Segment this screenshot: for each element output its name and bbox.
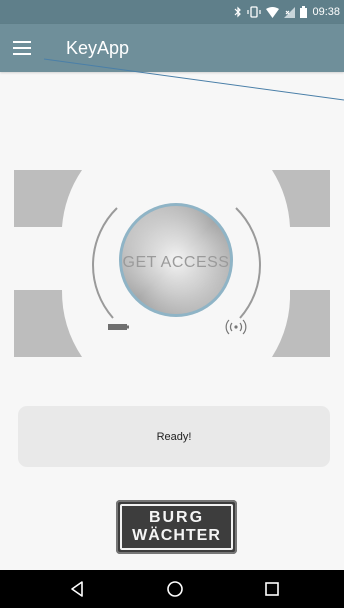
panel-top-left (14, 170, 82, 227)
get-access-button[interactable] (121, 205, 231, 315)
bluetooth-icon (235, 6, 242, 18)
status-bar: 09:38 (0, 0, 344, 24)
logo-line2: WÄCHTER (132, 527, 221, 544)
recent-apps-square-icon[interactable] (262, 579, 282, 599)
battery-icon (108, 324, 129, 330)
panel-top-right (272, 170, 330, 227)
left-bracket-arc (92, 207, 118, 319)
status-icons: 09:38 (234, 5, 340, 19)
signal-icon (284, 6, 296, 18)
navigation-bar (0, 570, 344, 608)
status-message-box: Ready! (18, 406, 330, 467)
logo-frame: BURG WÄCHTER (120, 504, 233, 550)
burg-waechter-logo: BURG WÄCHTER (116, 500, 237, 554)
panel-bottom-right (272, 290, 330, 357)
main-content: GET ACCESS Ready! BURG WÄCHTER (0, 72, 344, 570)
hamburger-menu-icon[interactable] (13, 41, 31, 55)
status-message: Ready! (156, 430, 192, 443)
radio-signal-icon (225, 319, 247, 335)
home-circle-icon[interactable] (165, 579, 185, 599)
back-triangle-icon[interactable] (67, 579, 87, 599)
right-bracket-arc (235, 207, 261, 319)
app-title: KeyApp (66, 38, 130, 58)
app-bar: KeyApp (0, 24, 344, 72)
panel-bottom-left (14, 290, 82, 357)
vibrate-icon (247, 6, 262, 18)
wifi-icon (266, 6, 280, 18)
logo-line1: BURG (148, 509, 205, 526)
battery-icon (300, 6, 308, 18)
status-time: 09:38 (312, 6, 340, 18)
